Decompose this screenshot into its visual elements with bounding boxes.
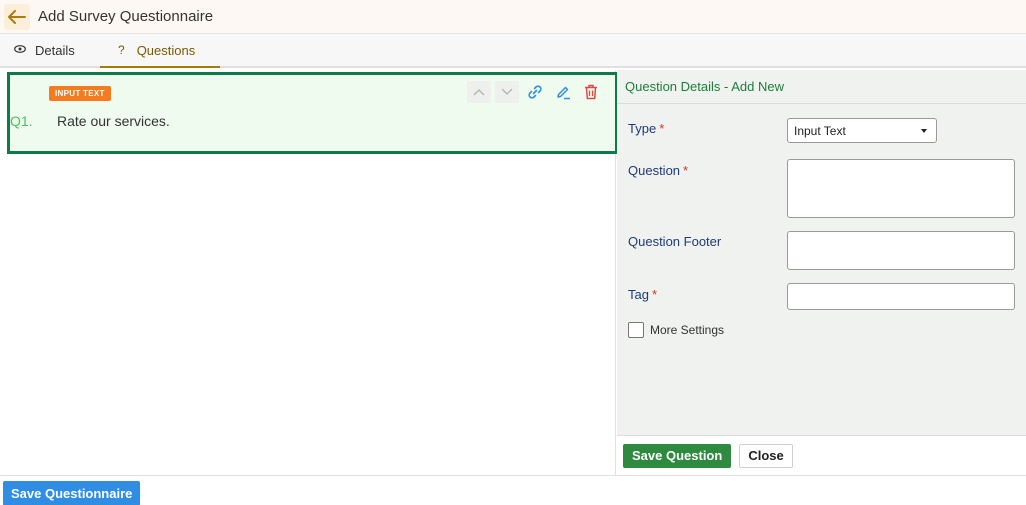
tag-label-text: Tag [628,287,649,302]
question-details-panel: Question Details - Add New Type * Input T… [617,70,1026,475]
tab-bar: Details ? Questions [0,34,1026,68]
required-marker: * [651,287,658,302]
bottom-bar: Save Questionnaire [0,475,1026,505]
tab-details[interactable]: Details [0,34,100,66]
tab-questions[interactable]: ? Questions [100,34,220,68]
question-label-text: Question [628,163,681,178]
panel-title: Question Details - Add New [617,70,1026,104]
back-button[interactable] [4,3,30,30]
eye-icon [14,44,26,56]
delete-button[interactable] [579,81,603,103]
page-title: Add Survey Questionnaire [38,8,214,25]
save-question-button[interactable]: Save Question [623,443,732,468]
close-button[interactable]: Close [739,443,793,468]
panel-footer: Save Question Close [617,435,1026,475]
tag-label: Tag * [628,287,657,302]
question-textarea[interactable] [787,159,1015,218]
move-down-button[interactable] [495,81,519,103]
type-label: Type * [628,121,664,136]
tag-input[interactable] [787,283,1015,310]
required-marker: * [683,163,689,178]
type-select[interactable]: Input Text [787,118,937,143]
more-settings-row: More Settings [628,322,724,338]
question-text: Rate our services. [57,113,170,129]
question-label: Question * [628,163,688,178]
question-footer-label: Question Footer [628,234,722,249]
question-actions [467,81,603,103]
more-settings-checkbox[interactable] [628,322,644,338]
trash-icon [585,84,597,100]
caret-down-icon [921,129,927,133]
chevron-down-icon [501,88,513,96]
tab-details-label: Details [35,42,75,58]
question-footer-textarea[interactable] [787,231,1015,270]
tab-questions-label: Questions [136,42,196,58]
arrow-left-icon [8,9,26,24]
more-settings-label: More Settings [650,323,725,337]
question-number: Q1. [10,113,33,129]
question-card[interactable]: INPUT TEXT Q1. Rate our services. [7,72,618,154]
move-up-button[interactable] [467,81,491,103]
link-icon [528,85,542,99]
page-header: Add Survey Questionnaire [0,0,1026,34]
chevron-up-icon [473,88,485,96]
question-type-badge: INPUT TEXT [49,86,111,101]
save-questionnaire-button[interactable]: Save Questionnaire [3,481,141,505]
required-marker: * [659,121,665,136]
type-label-text: Type [628,121,657,136]
link-button[interactable] [523,81,547,103]
type-select-value: Input Text [794,123,846,138]
pencil-icon [557,86,570,100]
question-mark-icon: ? [118,43,125,57]
edit-button[interactable] [551,81,575,103]
questions-list-panel: INPUT TEXT Q1. Rate our services. [0,70,618,475]
